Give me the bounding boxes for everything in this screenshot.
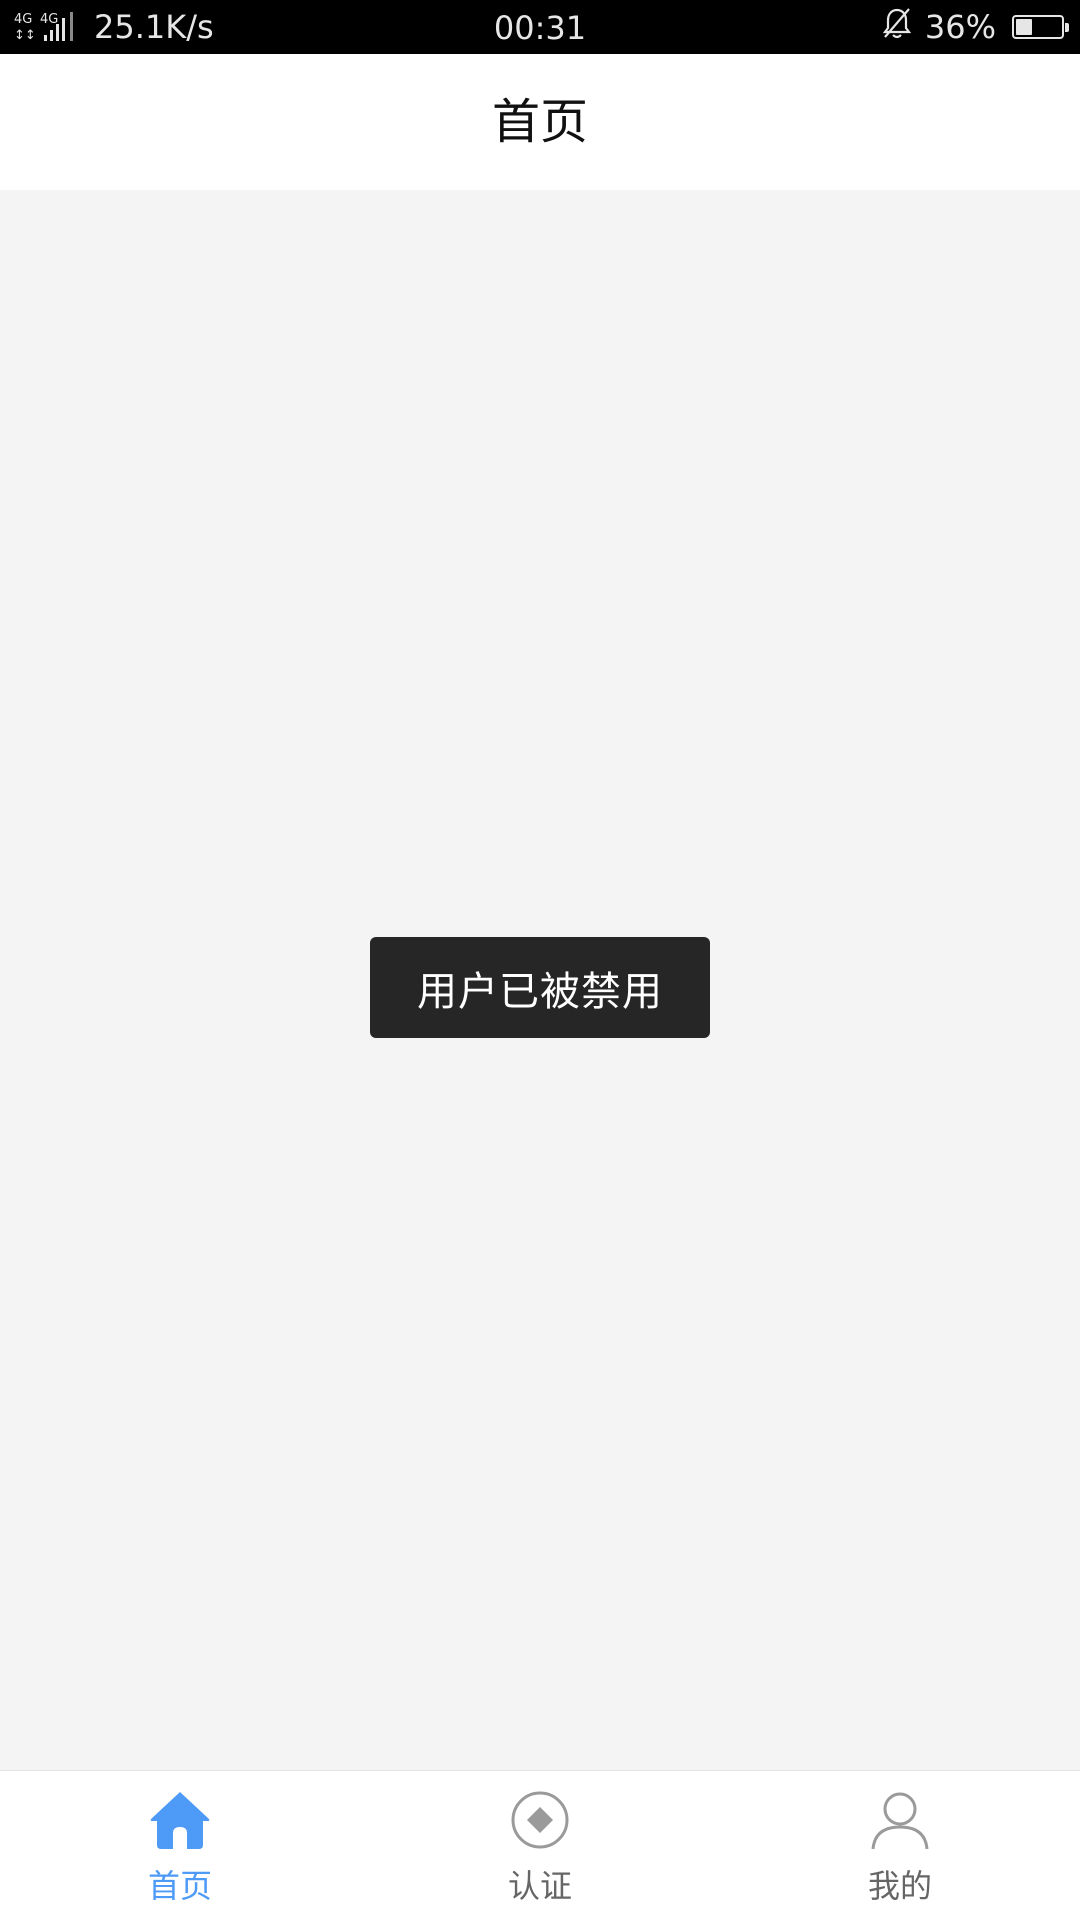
- tab-home-label: 首页: [147, 1867, 212, 1905]
- app-header: 首页: [0, 54, 1080, 190]
- screen: 4G 4G ↕↕ 25.1K/s 00:31 36% 首页 用户已被禁用 首页 …: [0, 0, 1080, 1920]
- svg-text:4G: 4G: [14, 12, 32, 27]
- certify-icon: [507, 1787, 573, 1853]
- tab-home[interactable]: 首页: [0, 1771, 360, 1920]
- bell-muted-icon: [881, 6, 913, 48]
- tab-mine-label: 我的: [867, 1867, 932, 1905]
- page-title: 首页: [491, 94, 588, 150]
- tab-mine[interactable]: 我的: [720, 1771, 1080, 1920]
- status-bar: 4G 4G ↕↕ 25.1K/s 00:31 36%: [0, 0, 1080, 54]
- user-icon: [867, 1787, 933, 1853]
- status-right: 36%: [881, 0, 1069, 54]
- battery-fill: [1016, 19, 1032, 35]
- tab-certify-label: 认证: [507, 1867, 572, 1905]
- home-icon: [147, 1787, 213, 1853]
- toast: 用户已被禁用: [370, 937, 710, 1038]
- tab-bar: 首页 认证 我的: [0, 1770, 1080, 1920]
- svg-text:4G: 4G: [40, 12, 58, 27]
- net-speed: 25.1K/s: [94, 8, 214, 46]
- battery-icon: [1012, 15, 1069, 39]
- battery-percent: 36%: [924, 8, 996, 46]
- toast-message: 用户已被禁用: [417, 968, 663, 1015]
- signal-icon: 4G 4G ↕↕: [14, 9, 80, 45]
- tab-certify[interactable]: 认证: [360, 1771, 720, 1920]
- status-left: 4G 4G ↕↕ 25.1K/s: [14, 0, 214, 54]
- svg-text:↕↕: ↕↕: [14, 28, 36, 43]
